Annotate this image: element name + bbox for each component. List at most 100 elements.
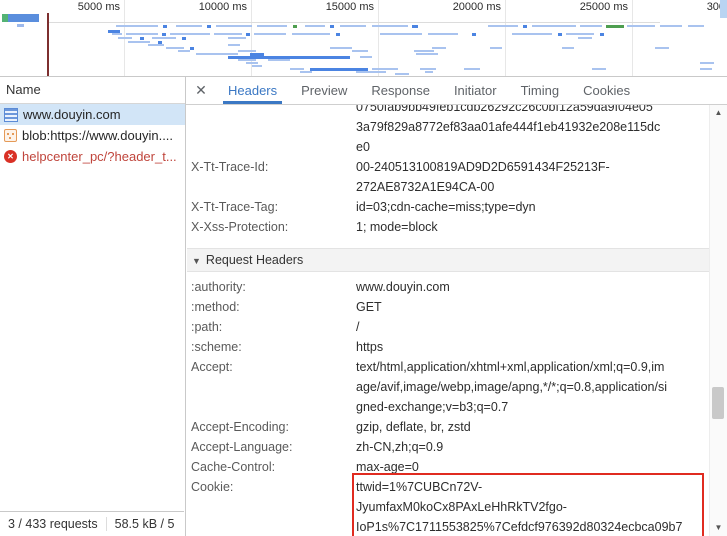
waterfall-bar: [414, 50, 434, 52]
waterfall-bar: [178, 50, 190, 52]
waterfall-bar: [246, 62, 258, 64]
document-icon: [4, 108, 18, 122]
request-row-label: blob:https://www.douyin....: [22, 128, 173, 143]
waterfall-bar: [420, 68, 436, 70]
header-value-line: ttwid=1%7CUBCn72V-: [356, 480, 482, 494]
waterfall-bar: [352, 50, 368, 52]
request-row-douyin[interactable]: www.douyin.com: [0, 104, 185, 125]
request-headers-section-toggle[interactable]: ▼ Request Headers: [187, 248, 710, 272]
network-summary-bar: 3 / 433 requests 58.5 kB / 5: [0, 511, 184, 536]
waterfall-bar: [532, 25, 576, 27]
waterfall-bar: [562, 47, 574, 49]
ruler-tick-label: 15000 ms: [284, 1, 374, 13]
detail-tabbar: ✕ Headers Preview Response Initiator Tim…: [186, 77, 727, 105]
waterfall-bar: [416, 53, 438, 55]
waterfall-bar: [163, 25, 167, 28]
request-row-helpcenter[interactable]: ✕ helpcenter_pc/?header_t...: [0, 146, 185, 167]
devtools-network-panel: 5000 ms10000 ms15000 ms20000 ms25000 ms3…: [0, 0, 727, 536]
header-value-line: zh-CN,zh;q=0.9: [356, 440, 443, 454]
header-value-line: age/avif,image/webp,image/apng,*/*;q=0.8…: [356, 380, 667, 394]
waterfall-bar: [238, 59, 256, 61]
request-list-sidebar: Name www.douyin.com blob:https://www.dou…: [0, 77, 186, 536]
header-value-line: www.douyin.com: [356, 280, 450, 294]
header-name: Accept:: [191, 360, 233, 374]
header-value-line: 272AE8732A1E94CA-00: [356, 180, 494, 194]
header-name: Accept-Language:: [191, 440, 292, 454]
request-row-label: www.douyin.com: [23, 107, 121, 122]
waterfall-bar: [116, 25, 158, 27]
header-name: :method:: [191, 300, 240, 314]
waterfall-bar: [140, 37, 144, 40]
headers-content: 0750fab9bb49feb1cdb26292c26c0bf12a59da9f…: [187, 105, 710, 536]
waterfall-bar: [196, 53, 238, 55]
error-icon: ✕: [4, 150, 17, 163]
waterfall-bar: [432, 47, 446, 49]
header-value-line: e0: [356, 140, 370, 154]
request-row-blob[interactable]: blob:https://www.douyin....: [0, 125, 185, 146]
waterfall-bar: [300, 71, 312, 73]
vertical-scrollbar[interactable]: ▲ ▼: [709, 105, 727, 536]
waterfall-bar: [372, 68, 398, 70]
chevron-down-icon: ▼: [192, 256, 201, 266]
header-name: X-Tt-Trace-Tag:: [191, 200, 278, 214]
waterfall-bar: [128, 41, 150, 43]
waterfall-bar: [126, 33, 158, 35]
waterfall-bar: [166, 47, 184, 49]
waterfall-bar: [464, 68, 480, 70]
waterfall-bar: [592, 68, 606, 70]
waterfall-bar: [170, 33, 210, 35]
header-value-line: JyumfaxM0koCx8PAxLeHhRkTV2fgo-: [356, 500, 567, 514]
waterfall-bar: [395, 73, 409, 75]
waterfall-bar: [182, 37, 186, 40]
waterfall-bar: [472, 33, 476, 36]
header-name: Accept-Encoding:: [191, 420, 289, 434]
waterfall-bar: [580, 25, 602, 27]
ruler-tick-label: 25000 ms: [538, 1, 628, 13]
scrollbar-thumb[interactable]: [712, 387, 724, 419]
waterfall-bar: [558, 33, 562, 36]
header-name: X-Tt-Trace-Id:: [191, 160, 268, 174]
header-value-line: GET: [356, 300, 382, 314]
waterfall-bar: [148, 44, 164, 46]
waterfall-bar: [152, 37, 176, 39]
name-column-header[interactable]: Name: [0, 77, 185, 104]
close-icon[interactable]: ✕: [186, 82, 216, 99]
waterfall-bar: [340, 25, 366, 27]
tab-initiator[interactable]: Initiator: [442, 77, 509, 104]
waterfall-bar: [290, 68, 304, 70]
section-title: Request Headers: [206, 253, 303, 267]
waterfall-bar: [118, 37, 132, 39]
tab-response[interactable]: Response: [359, 77, 442, 104]
header-value-line: text/html,application/xhtml+xml,applicat…: [356, 360, 664, 374]
header-value-line: /: [356, 320, 359, 334]
scroll-up-arrow-icon[interactable]: ▲: [710, 106, 727, 120]
waterfall-bar: [330, 47, 352, 49]
scroll-down-arrow-icon[interactable]: ▼: [710, 521, 727, 535]
waterfall-bar: [112, 33, 122, 35]
header-name: :authority:: [191, 280, 246, 294]
waterfall-bar: [372, 25, 408, 27]
waterfall-bar: [578, 37, 592, 39]
request-details-pane: ✕ Headers Preview Response Initiator Tim…: [186, 77, 727, 536]
waterfall-bar: [207, 25, 211, 28]
request-row-label: helpcenter_pc/?header_t...: [22, 149, 177, 164]
tab-cookies[interactable]: Cookies: [571, 77, 642, 104]
waterfall-bar: [292, 33, 330, 35]
requests-count: 3 / 433 requests: [0, 517, 106, 531]
waterfall-bar: [512, 33, 552, 35]
tab-timing[interactable]: Timing: [509, 77, 572, 104]
waterfall-bar: [660, 25, 682, 27]
header-name: :scheme:: [191, 340, 242, 354]
tab-headers[interactable]: Headers: [216, 77, 289, 104]
network-overview-strip[interactable]: 5000 ms10000 ms15000 ms20000 ms25000 ms3…: [0, 0, 727, 77]
waterfall-bar: [490, 47, 502, 49]
waterfall-bar: [305, 25, 325, 27]
waterfall-bar: [238, 50, 256, 52]
waterfall-bar: [254, 33, 286, 35]
waterfall-bar: [17, 24, 24, 27]
waterfall-bar: [606, 25, 624, 28]
tab-preview[interactable]: Preview: [289, 77, 359, 104]
timeline-marker-line: [47, 13, 49, 76]
waterfall-bar: [257, 25, 287, 27]
waterfall-bar: [8, 14, 39, 22]
